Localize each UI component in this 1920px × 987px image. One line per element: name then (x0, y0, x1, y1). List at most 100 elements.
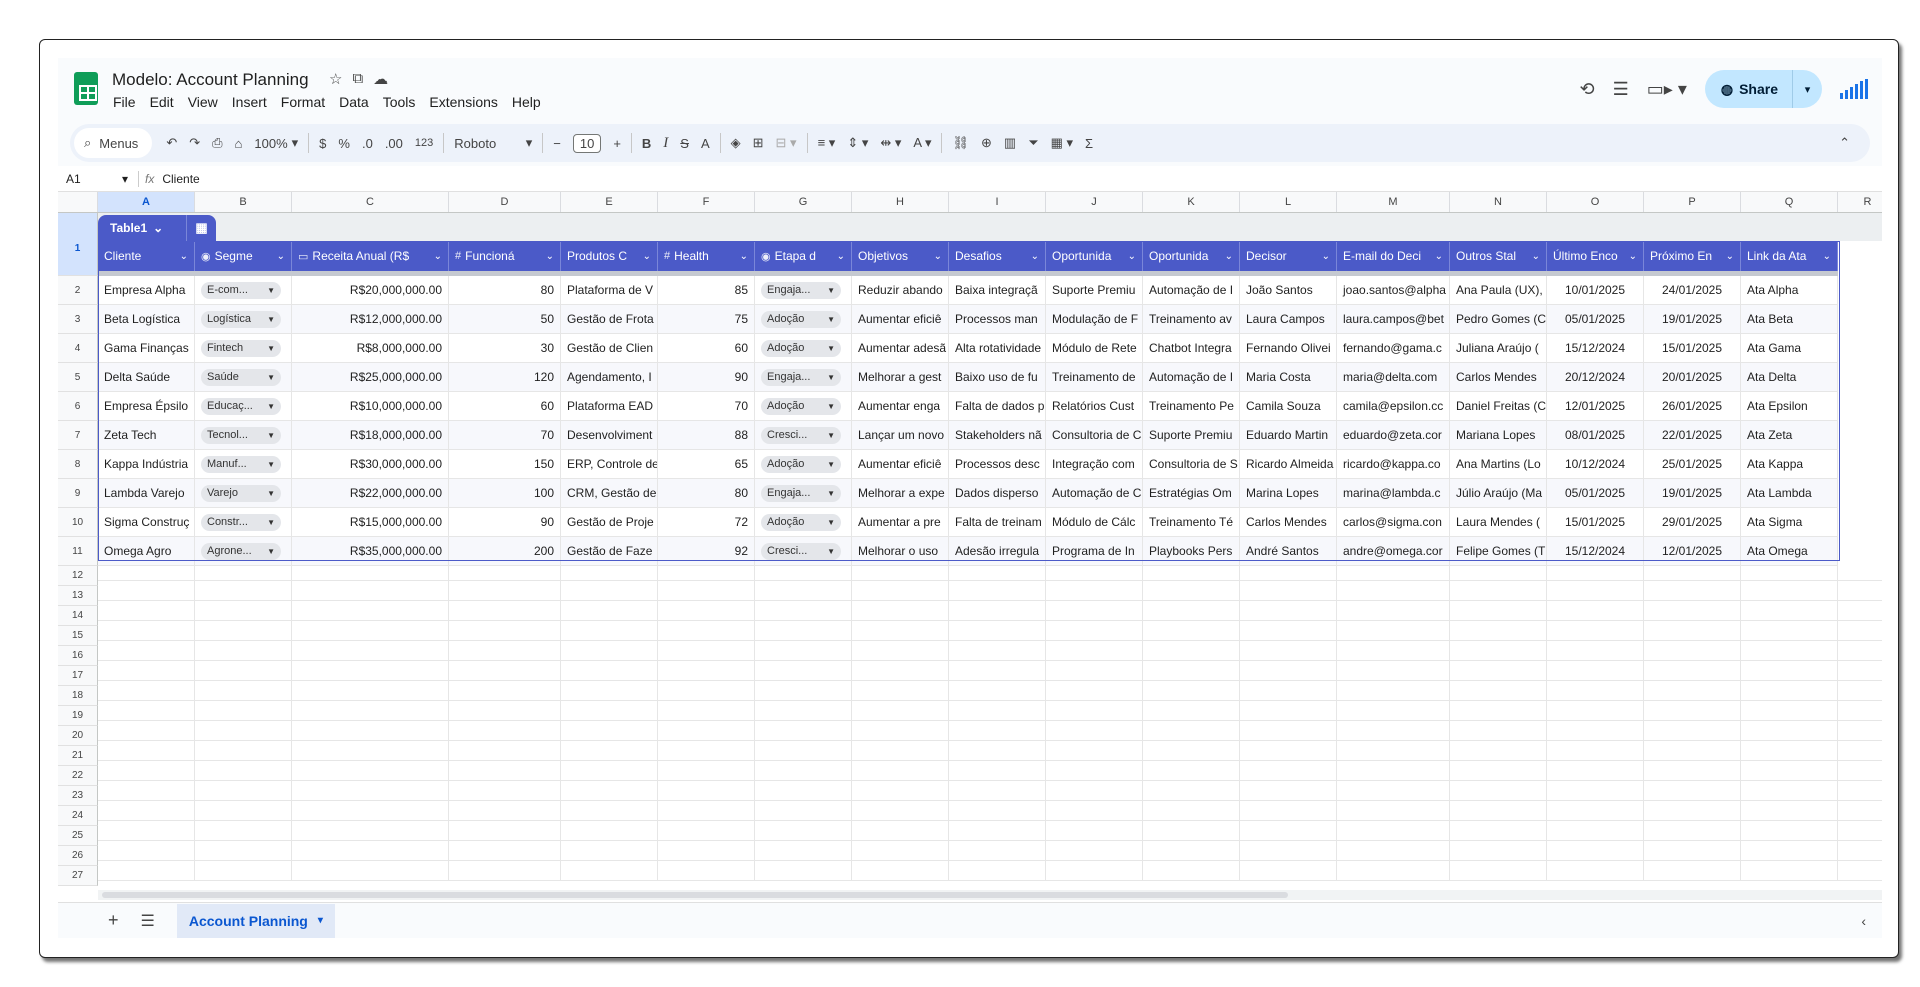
column-header-o[interactable]: O (1547, 192, 1644, 212)
insert-comment-icon[interactable]: ⊕ (975, 135, 998, 151)
table-name-chip[interactable]: Table1 ⌄ ▦ (98, 215, 216, 241)
table-cell[interactable]: Aumentar enga (852, 392, 949, 420)
dropdown-chip[interactable]: E-com... ▼ (201, 281, 281, 299)
table-cell[interactable]: Tecnol... ▼ (195, 421, 292, 449)
row-header[interactable]: 22 (58, 766, 98, 786)
empty-cell[interactable] (658, 861, 755, 880)
table-header-cell[interactable]: ▭ Receita Anual (R$ ⌄ (292, 241, 449, 271)
empty-cell[interactable] (1644, 821, 1741, 840)
empty-cell[interactable] (852, 701, 949, 720)
empty-cell[interactable] (949, 681, 1046, 700)
table-cell[interactable]: fernando@gama.c (1337, 334, 1450, 362)
table-cell[interactable]: 30 (449, 334, 561, 362)
table-cell[interactable]: Suporte Premiu (1046, 276, 1143, 304)
empty-cell[interactable] (1143, 561, 1240, 580)
paint-format-icon[interactable]: ⌂ (229, 136, 249, 151)
dropdown-chip[interactable]: Manuf... ▼ (201, 455, 281, 473)
empty-cell[interactable] (195, 721, 292, 740)
table-cell[interactable]: Laura Campos (1240, 305, 1337, 333)
empty-cell[interactable] (1838, 601, 1882, 620)
empty-cell[interactable] (852, 601, 949, 620)
chevron-down-icon[interactable]: ⌄ (180, 251, 188, 262)
empty-cell[interactable] (1741, 781, 1838, 800)
table-cell[interactable]: 25/01/2025 (1644, 450, 1741, 478)
table-cell[interactable]: 12/01/2025 (1547, 392, 1644, 420)
empty-cell[interactable] (1143, 801, 1240, 820)
empty-cell[interactable] (852, 721, 949, 740)
table-cell[interactable]: 85 (658, 276, 755, 304)
empty-cell[interactable] (852, 761, 949, 780)
empty-cell[interactable] (98, 801, 195, 820)
row-header[interactable]: 1 (58, 213, 98, 276)
row-header[interactable]: 4 (58, 334, 98, 363)
menu-format[interactable]: Format (281, 94, 325, 110)
empty-cell[interactable] (1143, 661, 1240, 680)
all-sheets-icon[interactable]: ☰ (141, 911, 155, 931)
empty-cell[interactable] (1741, 721, 1838, 740)
table-cell[interactable]: Zeta Tech (98, 421, 195, 449)
table-cell[interactable]: Lançar um novo (852, 421, 949, 449)
dropdown-chip[interactable]: Constr... ▼ (201, 513, 281, 531)
table-cell[interactable]: CRM, Gestão de (561, 479, 658, 507)
empty-cell[interactable] (1240, 661, 1337, 680)
empty-cell[interactable] (292, 741, 449, 760)
empty-cell[interactable] (1741, 701, 1838, 720)
table-cell[interactable]: eduardo@zeta.cor (1337, 421, 1450, 449)
column-header-j[interactable]: J (1046, 192, 1143, 212)
empty-cell[interactable] (1741, 741, 1838, 760)
empty-cell[interactable] (98, 741, 195, 760)
row-header[interactable]: 27 (58, 866, 98, 886)
row-header[interactable]: 8 (58, 450, 98, 479)
empty-cell[interactable] (449, 741, 561, 760)
table-cell[interactable]: Processos man (949, 305, 1046, 333)
table-cell[interactable]: Melhorar a expe (852, 479, 949, 507)
table-cell[interactable]: Consultoria de S (1143, 450, 1240, 478)
empty-cell[interactable] (1143, 641, 1240, 660)
empty-cell[interactable] (852, 561, 949, 580)
empty-cell[interactable] (1046, 781, 1143, 800)
empty-cell[interactable] (195, 781, 292, 800)
row-header[interactable]: 25 (58, 826, 98, 846)
row-header[interactable]: 13 (58, 586, 98, 606)
empty-cell[interactable] (561, 561, 658, 580)
chevron-down-icon[interactable]: ⌄ (1629, 251, 1637, 262)
table-header-cell[interactable]: Desafios ⌄ (949, 241, 1046, 271)
table-header-cell[interactable]: ◉ Etapa d ⌄ (755, 241, 852, 271)
sheet-tab-account-planning[interactable]: Account Planning ▾ (176, 903, 335, 938)
empty-cell[interactable] (98, 621, 195, 640)
meet-icon[interactable]: ▭▸ ▾ (1647, 79, 1687, 100)
table-cell[interactable]: Falta de dados p (949, 392, 1046, 420)
empty-cell[interactable] (658, 641, 755, 660)
table-cell[interactable]: Automação de C (1046, 479, 1143, 507)
table-cell[interactable]: Stakeholders nã (949, 421, 1046, 449)
table-cell[interactable]: Dados disperso (949, 479, 1046, 507)
row-header[interactable]: 15 (58, 626, 98, 646)
currency-format-button[interactable]: $ (313, 136, 332, 151)
empty-cell[interactable] (195, 621, 292, 640)
table-cell[interactable]: 90 (658, 363, 755, 391)
side-panel-toggle-icon[interactable]: ‹ (1861, 913, 1866, 929)
empty-cell[interactable] (1450, 781, 1547, 800)
history-icon[interactable]: ⟲ (1580, 79, 1595, 100)
empty-cell[interactable] (1240, 781, 1337, 800)
table-cell[interactable]: 26/01/2025 (1644, 392, 1741, 420)
empty-cell[interactable] (852, 681, 949, 700)
empty-cell[interactable] (195, 821, 292, 840)
table-cell[interactable]: 29/01/2025 (1644, 508, 1741, 536)
table-cell[interactable]: 80 (449, 276, 561, 304)
table-cell[interactable]: Baixa integraçã (949, 276, 1046, 304)
dropdown-chip[interactable]: Fintech ▼ (201, 339, 281, 357)
empty-cell[interactable] (1547, 821, 1644, 840)
document-title[interactable]: Modelo: Account Planning (112, 70, 309, 90)
empty-cell[interactable] (1741, 761, 1838, 780)
empty-cell[interactable] (1240, 721, 1337, 740)
table-header-cell[interactable]: # Funcioná ⌄ (449, 241, 561, 271)
chevron-down-icon[interactable]: ⌄ (643, 251, 651, 262)
dropdown-chip[interactable]: Saúde ▼ (201, 368, 281, 386)
fill-color-icon[interactable]: ◈ (725, 135, 747, 151)
empty-cell[interactable] (852, 821, 949, 840)
row-header[interactable]: 12 (58, 566, 98, 586)
empty-cell[interactable] (292, 781, 449, 800)
empty-cell[interactable] (1450, 601, 1547, 620)
bold-icon[interactable]: B (636, 136, 657, 151)
